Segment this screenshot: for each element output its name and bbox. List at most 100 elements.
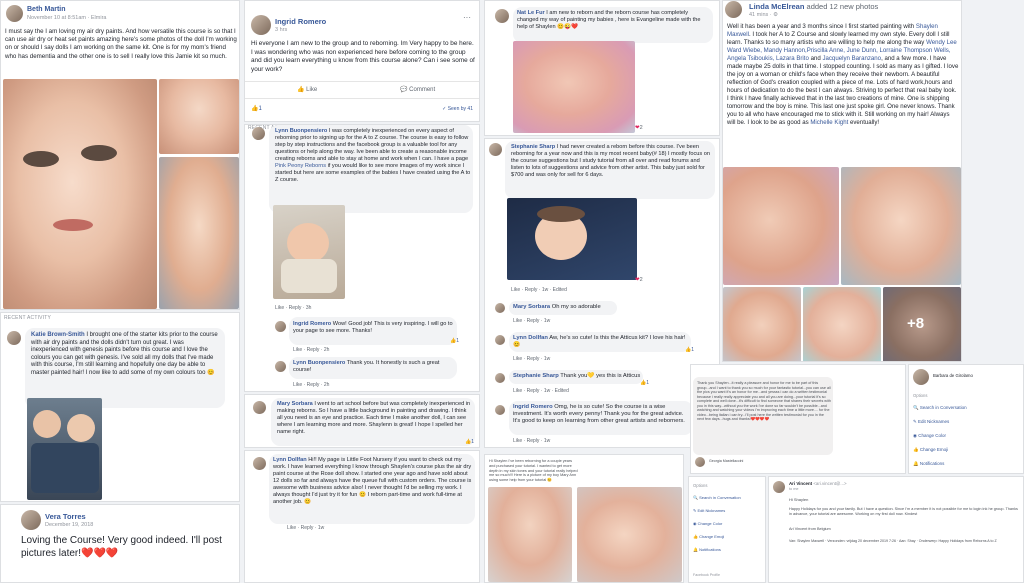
change-emoji[interactable]: 👍 Change Emoji (693, 534, 724, 539)
beth-post-card: Beth Martin November 10 at 8:51am · Elmi… (0, 0, 240, 310)
thumbs-up-icon: 👍 (297, 87, 305, 93)
reply-actions[interactable]: Like · Reply · 1w (513, 356, 550, 362)
divider (245, 81, 479, 82)
comment-actions[interactable]: Like · Reply · 1w (287, 525, 324, 531)
search-conversation[interactable]: 🔍 Search in Conversation (913, 405, 967, 411)
reaction-count[interactable]: 👍1 (450, 338, 459, 344)
comment-button[interactable]: 💬 Comment (400, 86, 435, 93)
reply-actions[interactable]: Like · Reply · 1w (513, 318, 550, 324)
avatar[interactable] (275, 321, 286, 332)
author-name[interactable]: Beth Martin (27, 6, 66, 13)
author-name[interactable]: Lynn Dollfan (273, 457, 307, 463)
doll-photo-3[interactable] (159, 157, 239, 309)
avatar[interactable] (252, 127, 265, 140)
contact-name[interactable]: Barbara de Girolamo (933, 373, 973, 378)
reply-text: Stephanie Sharp Thank you💛 yes this is A… (513, 373, 641, 379)
evangeline-photo[interactable] (513, 41, 635, 133)
reaction-count[interactable]: 👍1 (465, 439, 474, 445)
divider (245, 98, 479, 99)
more-options-icon[interactable]: ··· (463, 13, 471, 22)
change-color[interactable]: ◉ Change Color (693, 521, 722, 526)
edit-nicknames[interactable]: ✎ Edit Nicknames (693, 508, 725, 513)
doll-photo-1[interactable] (3, 79, 157, 309)
post-time[interactable]: November 10 at 8:51am · Elmira (27, 15, 106, 21)
doll-photo-more[interactable]: +8 (883, 287, 961, 361)
author-name[interactable]: Mary Sorbara (513, 304, 550, 310)
pencil-icon: ✎ (693, 508, 697, 513)
avatar[interactable] (253, 457, 266, 470)
reaction-count[interactable]: 👍1 (251, 105, 262, 112)
reply-actions[interactable]: Like · Reply · 2h (293, 347, 329, 353)
baby-photo[interactable] (273, 205, 345, 299)
author-name[interactable]: Ingrid Romero (275, 17, 326, 26)
post-time[interactable]: December 19, 2018 (45, 522, 93, 528)
seen-by[interactable]: ✓ Seen by 41 (442, 106, 473, 112)
doll-photo-4[interactable] (803, 287, 881, 361)
comment-actions[interactable]: Like · Reply · 3h (275, 305, 311, 311)
notifications[interactable]: 🔔 Notifications (693, 547, 721, 552)
doll-photo-1[interactable] (723, 167, 839, 285)
avatar[interactable] (251, 15, 271, 35)
post-time[interactable]: 3 hrs (275, 27, 287, 33)
reply-actions[interactable]: Like · Reply · 2h (293, 382, 329, 388)
like-button[interactable]: 👍 Like (297, 86, 317, 93)
reply-actions[interactable]: Like · Reply · 1w · Edited (513, 388, 569, 394)
avatar[interactable] (695, 457, 705, 467)
mention-link[interactable]: Jacquelyn Baranzano (822, 55, 881, 62)
reaction-count[interactable]: ❤2 (635, 125, 643, 131)
katie-activity-card: RECENT ACTIVITY Katie Brown-Smith I brou… (0, 312, 240, 502)
author-name[interactable]: Linda McElrean added 12 new photos (749, 2, 878, 11)
atticus-photo[interactable] (507, 198, 637, 280)
baby-photo-right[interactable] (577, 487, 682, 582)
search-conversation[interactable]: 🔍 Search in Conversation (693, 495, 741, 500)
author-name[interactable]: Mary Sorbara (277, 401, 313, 407)
sender-name[interactable]: Georgia Mastellaccini (709, 459, 743, 464)
avatar[interactable] (773, 481, 785, 493)
dolls-photo[interactable] (27, 398, 102, 500)
comment-actions[interactable]: Like · Reply · 1w · Edited (511, 287, 567, 293)
author-name[interactable]: Nat Le Fur (517, 10, 545, 16)
avatar[interactable] (495, 405, 505, 415)
avatar[interactable] (275, 361, 286, 372)
doll-photo-3[interactable] (723, 287, 801, 361)
reply-text: Ingrid Romero Wow! Good job! This is ver… (293, 321, 453, 334)
avatar[interactable] (21, 510, 41, 530)
author-name[interactable]: Lynn Buonpensiero (293, 360, 345, 366)
sender-name[interactable]: Ari Vincent <ari.vincent@...> (789, 481, 847, 486)
author-name[interactable]: Ingrid Romero (513, 404, 553, 410)
email-signature: Ari Vincent from Belgium (789, 527, 831, 531)
avatar[interactable] (489, 143, 502, 156)
author-name[interactable]: Katie Brown-Smith (31, 332, 85, 338)
avatar[interactable] (913, 369, 929, 385)
baby-photo-left[interactable] (488, 487, 572, 582)
avatar[interactable] (495, 9, 509, 23)
author-name[interactable]: Lynn Dollfan (513, 335, 548, 341)
avatar[interactable] (7, 331, 21, 345)
mention-link[interactable]: Michelle Kight (810, 119, 848, 126)
avatar[interactable] (253, 401, 266, 414)
avatar[interactable] (6, 5, 23, 22)
avatar[interactable] (495, 335, 505, 345)
reaction-count[interactable]: 👍1 (640, 380, 649, 386)
author-name[interactable]: Ingrid Romero (293, 321, 331, 327)
author-name[interactable]: Lynn Buonpensiero (275, 128, 327, 134)
post-time[interactable]: 41 mins · ⚙ (749, 12, 778, 18)
doll-photo-2[interactable] (159, 79, 239, 154)
doll-photo-2[interactable] (841, 167, 961, 285)
change-emoji[interactable]: 👍 Change Emoji (913, 447, 948, 453)
reaction-count[interactable]: ❤2 (635, 277, 643, 283)
avatar[interactable] (495, 373, 505, 383)
change-color[interactable]: ◉ Change Color (913, 433, 946, 439)
avatar[interactable] (725, 1, 742, 18)
ingrid-post-card: Ingrid Romero 3 hrs ··· Hi everyone I am… (244, 0, 480, 122)
reply-actions[interactable]: Like · Reply · 1w (513, 438, 550, 444)
comment-text: Stephanie Sharp I had never created a re… (511, 144, 710, 178)
reaction-count[interactable]: 👍1 (685, 347, 694, 353)
author-name[interactable]: Vera Torres (45, 512, 86, 521)
avatar[interactable] (495, 303, 505, 313)
notifications[interactable]: 🔔 Notifications (913, 461, 944, 467)
author-name[interactable]: Stephanie Sharp (511, 144, 555, 150)
author-name[interactable]: Stephanie Sharp (513, 373, 559, 379)
page-link[interactable]: Pink Peony Reborns (275, 163, 326, 169)
edit-nicknames[interactable]: ✎ Edit Nicknames (913, 419, 949, 425)
